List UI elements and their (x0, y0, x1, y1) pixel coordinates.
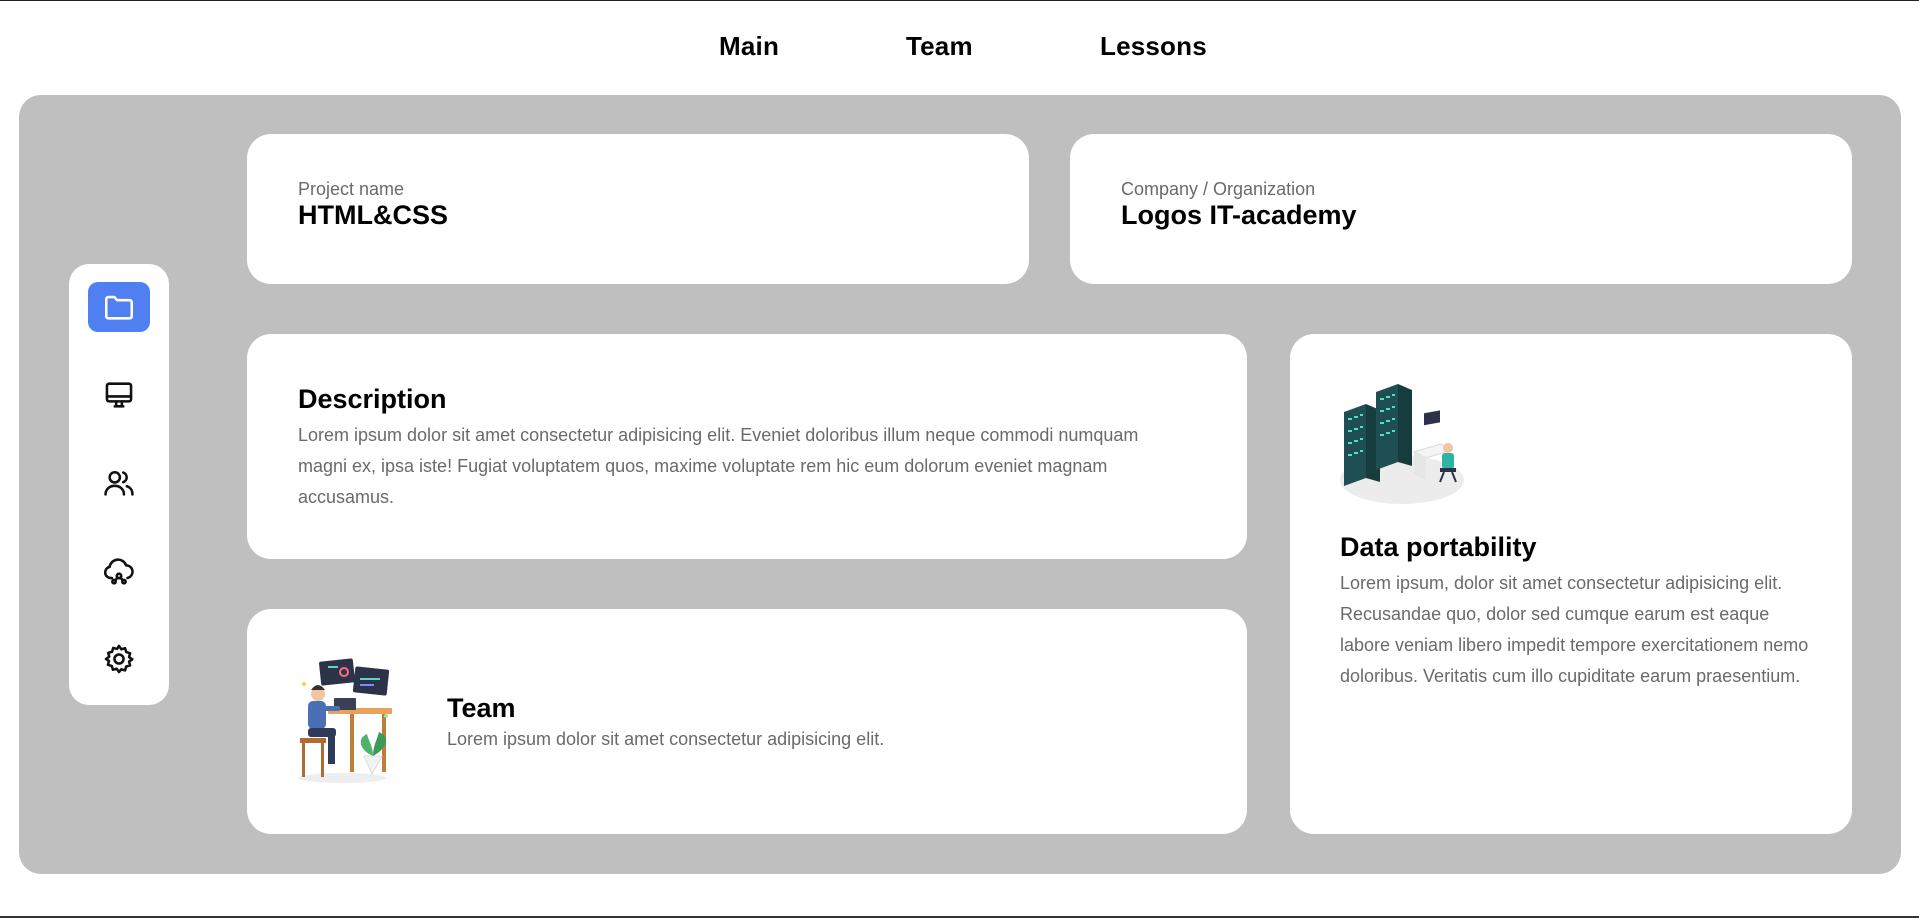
nav-link-main[interactable]: Main (719, 28, 779, 64)
top-border (0, 0, 1919, 1)
team-card: Team Lorem ipsum dolor sit amet consecte… (247, 609, 1247, 834)
nav-link-lessons[interactable]: Lessons (1100, 28, 1207, 64)
project-label: Project name (298, 179, 405, 199)
team-title: Team (447, 693, 516, 723)
sidebar-item-cloud[interactable] (88, 546, 150, 596)
company-label: Company / Organization (1121, 179, 1316, 199)
cloud-share-icon (103, 558, 134, 585)
nav-link-team[interactable]: Team (906, 28, 973, 64)
project-name: HTML&CSS (298, 200, 448, 230)
company-name: Logos IT-academy (1121, 200, 1357, 230)
sidebar-item-projects[interactable] (88, 282, 150, 332)
sidebar (69, 264, 169, 705)
data-portability-text: Lorem ipsum, dolor sit amet consectetur … (1340, 573, 1809, 686)
company-card: Company / Organization Logos IT-academy (1070, 134, 1852, 284)
monitor-icon (105, 382, 133, 408)
folder-icon (104, 295, 134, 320)
project-card: Project name HTML&CSS (247, 134, 1029, 284)
gear-icon (104, 644, 134, 674)
sidebar-item-users[interactable] (88, 458, 150, 508)
sidebar-item-monitor[interactable] (88, 370, 150, 420)
description-text: Lorem ipsum dolor sit amet consectetur a… (298, 425, 1139, 507)
data-portability-title: Data portability (1340, 532, 1537, 562)
top-nav: Main Team Lessons (0, 28, 1919, 64)
server-illustration (1340, 384, 1464, 504)
users-icon (104, 470, 134, 496)
data-portability-card: Data portability Lorem ipsum, dolor sit … (1290, 334, 1852, 834)
description-title: Description (298, 384, 447, 414)
team-illustration (298, 658, 392, 783)
description-card: Description Lorem ipsum dolor sit amet c… (247, 334, 1247, 559)
team-text: Lorem ipsum dolor sit amet consectetur a… (447, 729, 885, 749)
sidebar-item-settings[interactable] (88, 634, 150, 684)
